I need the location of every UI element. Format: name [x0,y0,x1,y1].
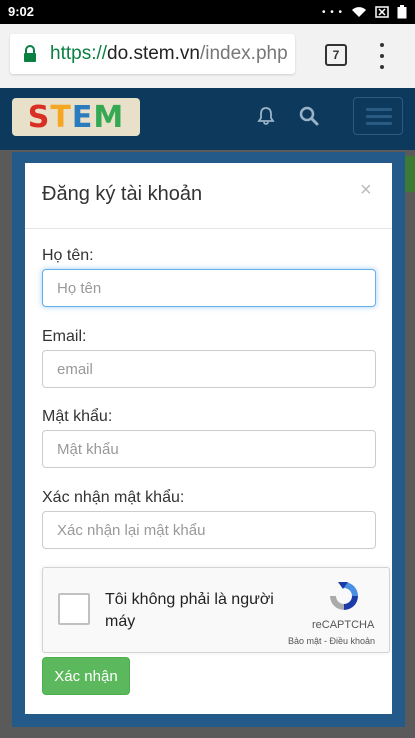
bell-icon[interactable] [256,106,276,126]
confirm-password-input[interactable] [42,511,376,549]
submit-button[interactable]: Xác nhận [42,657,130,695]
modal-title: Đăng ký tài khoản [42,183,203,205]
status-bar: 9:02 • • • [0,0,415,24]
status-icons: • • • [322,5,407,19]
browser-toolbar: https://do.stem.vn/index.php 7 [0,24,415,88]
modal-divider [25,228,392,229]
url-scheme: https:// [50,43,108,64]
logo-text: STEM [27,99,125,135]
battery-icon [397,5,407,19]
status-time: 9:02 [8,4,35,19]
fullname-label: Họ tên: [42,247,94,264]
password-input[interactable] [42,430,376,468]
recaptcha-label: Tôi không phải là người máy [105,591,274,630]
email-input[interactable] [42,350,376,388]
fullname-input[interactable] [42,269,376,307]
tab-switcher-button[interactable]: 7 [325,44,347,66]
recaptcha-checkbox[interactable] [58,593,90,625]
notification-dots-icon: • • • [321,6,343,18]
recaptcha-logo-icon [330,582,358,610]
url-text: https://do.stem.vn/index.php [50,43,288,65]
url-host: do.stem.vn [107,43,200,64]
confirm-password-label: Xác nhận mật khẩu: [42,489,185,506]
stem-logo[interactable]: STEM [12,98,140,136]
address-bar[interactable]: https://do.stem.vn/index.php [10,34,295,74]
browser-menu-button[interactable] [374,43,390,69]
recaptcha-widget: Tôi không phải là người máy reCAPTCHA Bả… [42,567,390,653]
wifi-icon [352,7,366,17]
no-sim-icon [375,6,389,18]
recaptcha-brand: reCAPTCHA [312,619,375,631]
email-label: Email: [42,328,87,345]
recaptcha-privacy-terms-links[interactable]: Bảo mật - Điều khoản [288,636,375,646]
url-path: /index.php [199,43,288,64]
close-icon[interactable]: × [360,179,372,202]
lock-icon [24,45,36,62]
search-icon[interactable] [299,106,319,126]
password-label: Mật khẩu: [42,408,113,425]
register-modal: Đăng ký tài khoản × Họ tên: Email: Mật k… [25,163,392,714]
hamburger-menu-button[interactable] [353,97,403,135]
